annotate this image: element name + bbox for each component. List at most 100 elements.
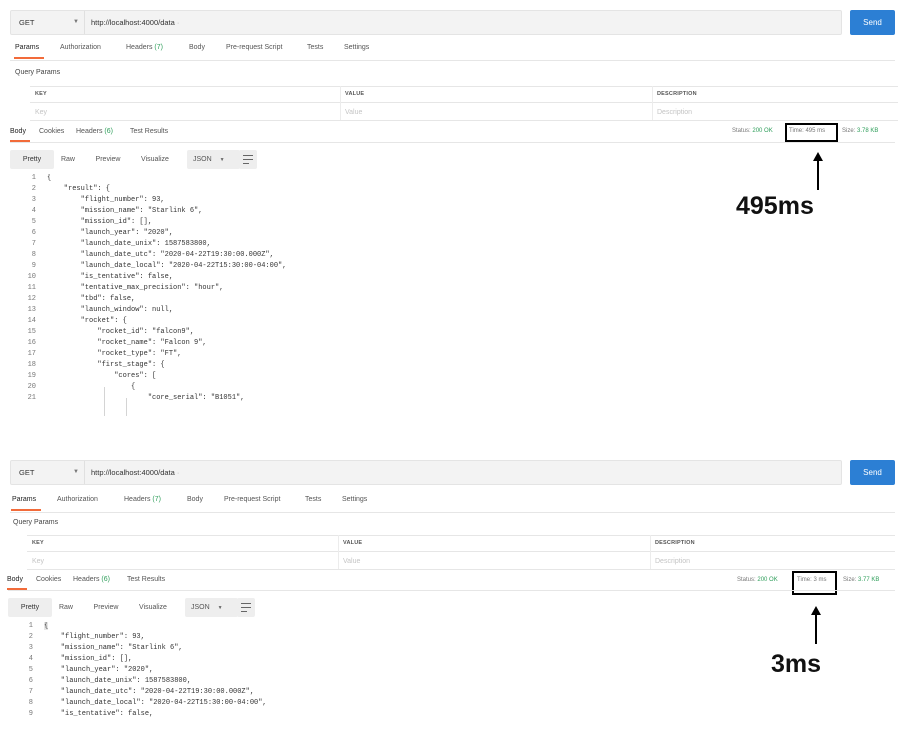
tab-label: Cookies xyxy=(36,576,62,583)
line-number: 9 xyxy=(31,262,36,270)
request-tabs: Params Authorization Headers (7) Body Pr… xyxy=(10,44,890,59)
line-number: 1 xyxy=(31,174,36,182)
tab-pre-request-script[interactable]: Pre-request Script xyxy=(224,496,280,503)
code-text: "core_serial": "B1051", xyxy=(47,394,245,402)
send-button[interactable]: Send xyxy=(850,10,895,35)
line-number: 4 xyxy=(28,655,33,663)
code-text: "launch_year": "2020", xyxy=(44,666,154,674)
response-body-code[interactable]: 1 {2 "flight_number": 93, 3 "mission_name"… xyxy=(19,622,449,726)
request-tabs: Params Authorization Headers (7) Body Pr… xyxy=(10,496,890,511)
status-value: 200 OK xyxy=(752,128,773,134)
response-tab-body[interactable]: Body xyxy=(7,576,23,583)
status-value: 200 OK xyxy=(757,577,778,583)
raw-button[interactable]: Raw xyxy=(52,598,80,617)
code-text: "launch_date_local": "2020-04-22T15:30:0… xyxy=(47,262,287,270)
response-tab-headers[interactable]: Headers (6) xyxy=(76,128,113,135)
value-input[interactable]: Value xyxy=(343,558,360,565)
tab-pre-request-script[interactable]: Pre-request Script xyxy=(226,44,282,51)
description-input[interactable]: Description xyxy=(655,558,690,565)
response-tab-cookies[interactable]: Cookies xyxy=(39,128,64,135)
wrap-lines-icon[interactable] xyxy=(239,150,257,169)
response-tab-cookies[interactable]: Cookies xyxy=(36,576,61,583)
format-select[interactable]: JSON ▼ xyxy=(187,150,240,169)
code-text: "is_tentative": false, xyxy=(44,710,154,718)
code-text: "launch_window": null, xyxy=(47,306,174,314)
key-input[interactable]: Key xyxy=(32,558,44,565)
preview-button[interactable]: Preview xyxy=(86,598,126,617)
tab-body[interactable]: Body xyxy=(189,44,205,51)
method-select[interactable]: GET ▼ xyxy=(11,461,85,484)
size-label: Size: xyxy=(843,577,857,583)
preview-button[interactable]: Preview xyxy=(88,150,128,169)
tab-authorization[interactable]: Authorization xyxy=(57,496,98,503)
tab-label: Params xyxy=(12,496,37,503)
response-tab-test-results[interactable]: Test Results xyxy=(127,576,165,583)
size-value: 3.77 KB xyxy=(858,577,880,583)
column-header-value: VALUE xyxy=(343,540,363,546)
column-header-key: KEY xyxy=(35,91,47,97)
code-text: "flight_number": 93, xyxy=(44,633,145,641)
tab-label: Authorization xyxy=(57,496,98,503)
status-label: Status: xyxy=(732,128,751,134)
tab-tests[interactable]: Tests xyxy=(307,44,323,51)
view-toolbar: Pretty Raw Preview Visualize JSON ▼ xyxy=(8,598,258,617)
chevron-down-icon: ▼ xyxy=(217,605,223,611)
line-number: 5 xyxy=(28,666,33,674)
line-number: 15 xyxy=(27,328,36,336)
code-text: "launch_year": "2020", xyxy=(47,229,174,237)
divider xyxy=(10,142,895,143)
line-number: 17 xyxy=(27,350,36,358)
tab-params[interactable]: Params xyxy=(12,496,36,503)
url-input[interactable]: http://localhost:4000/data · xyxy=(91,461,179,484)
tab-count: (7) xyxy=(152,496,161,503)
tab-authorization[interactable]: Authorization xyxy=(60,44,101,51)
line-number: 2 xyxy=(31,185,36,193)
tab-body[interactable]: Body xyxy=(187,496,203,503)
url-input[interactable]: http://localhost:4000/data · xyxy=(91,11,179,34)
code-text: { xyxy=(47,174,52,182)
pretty-button[interactable]: Pretty xyxy=(10,150,54,169)
response-size[interactable]: Size: 3.78 KB xyxy=(842,128,878,134)
key-input[interactable]: Key xyxy=(35,109,47,116)
line-number: 5 xyxy=(31,218,36,226)
tab-headers[interactable]: Headers (7) xyxy=(126,44,163,51)
line-number: 7 xyxy=(28,688,33,696)
tab-settings[interactable]: Settings xyxy=(344,44,369,51)
visualize-button[interactable]: Visualize xyxy=(131,598,175,617)
time-highlight-box xyxy=(792,571,837,595)
response-tab-test-results[interactable]: Test Results xyxy=(130,128,168,135)
tab-headers[interactable]: Headers (7) xyxy=(124,496,161,503)
response-tab-body[interactable]: Body xyxy=(10,128,26,135)
query-params-table: KEY VALUE DESCRIPTION Key Value Descript… xyxy=(27,535,897,570)
response-size[interactable]: Size: 3.77 KB xyxy=(843,577,879,583)
tab-settings[interactable]: Settings xyxy=(342,496,367,503)
code-text: "launch_date_local": "2020-04-22T15:30:0… xyxy=(44,699,267,707)
column-divider xyxy=(340,86,341,120)
code-text: "first_stage": { xyxy=(47,361,165,369)
tab-params[interactable]: Params xyxy=(15,44,39,51)
unsaved-dot-icon: · xyxy=(176,18,180,27)
line-number: 8 xyxy=(28,699,33,707)
visualize-button[interactable]: Visualize xyxy=(133,150,177,169)
code-text: "mission_id": [], xyxy=(47,218,153,226)
tab-label: Body xyxy=(7,576,23,583)
method-select[interactable]: GET ▼ xyxy=(11,11,85,34)
wrap-lines-icon[interactable] xyxy=(237,598,255,617)
raw-button[interactable]: Raw xyxy=(54,150,82,169)
description-input[interactable]: Description xyxy=(657,109,692,116)
response-tab-headers[interactable]: Headers (6) xyxy=(73,576,110,583)
value-input[interactable]: Value xyxy=(345,109,362,116)
arrow-up-icon xyxy=(813,152,823,190)
tab-tests[interactable]: Tests xyxy=(305,496,321,503)
send-button[interactable]: Send xyxy=(850,460,895,485)
line-number: 10 xyxy=(27,273,36,281)
status-label: Status: xyxy=(737,577,756,583)
line-number: 1 xyxy=(28,622,33,630)
format-select[interactable]: JSON ▼ xyxy=(185,598,238,617)
arrow-up-icon xyxy=(811,606,821,644)
tab-label: Headers xyxy=(126,44,153,51)
line-number: 19 xyxy=(27,372,36,380)
column-divider xyxy=(338,535,339,569)
response-body-code[interactable]: 1 {2 "result": {3 "flight_number": 93, 4 "… xyxy=(22,174,452,416)
pretty-button[interactable]: Pretty xyxy=(8,598,52,617)
